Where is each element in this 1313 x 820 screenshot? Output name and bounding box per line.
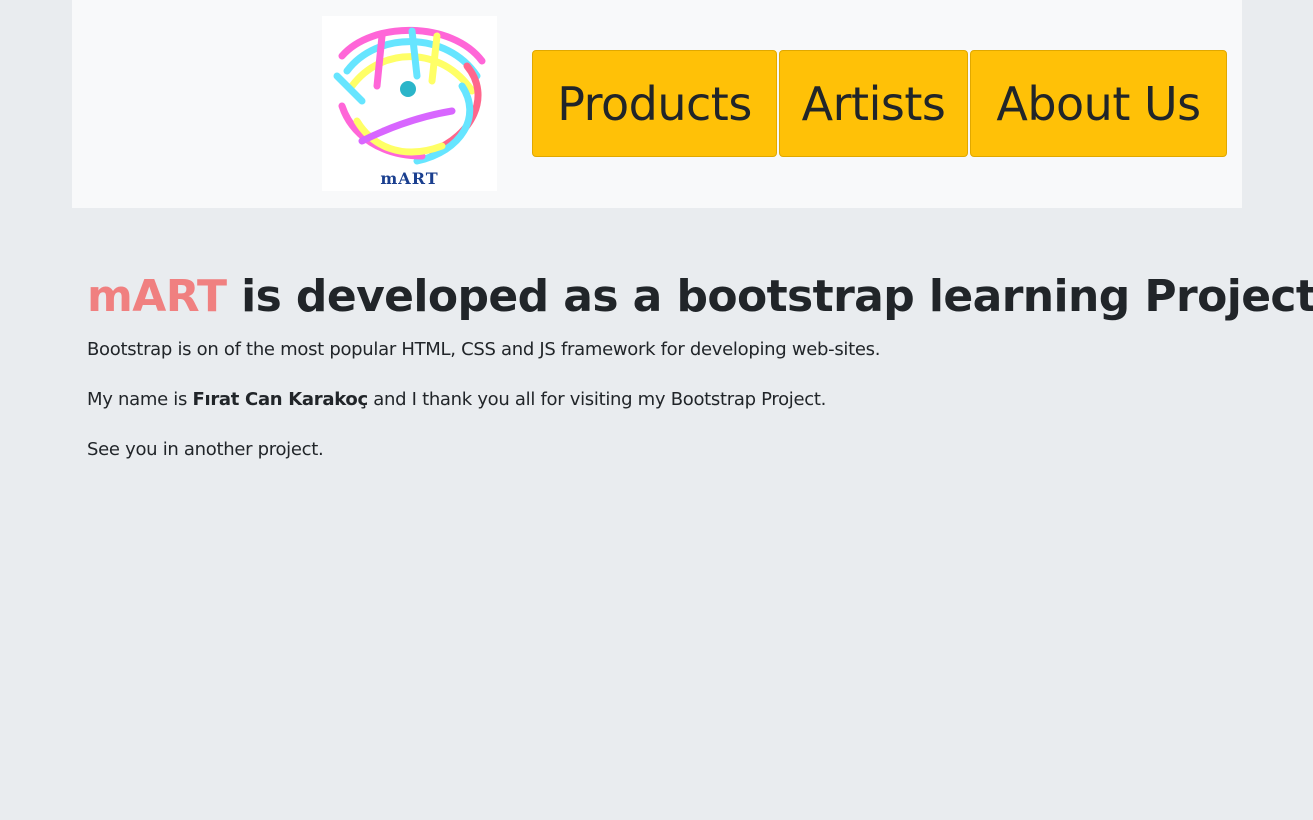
site-logo[interactable]: mART — [322, 16, 497, 191]
nav-products-button[interactable]: Products — [532, 50, 777, 157]
thanks-suffix: and I thank you all for visiting my Boot… — [367, 389, 827, 410]
headline-text: is developed as a bootstrap learning Pro… — [226, 271, 1313, 322]
thanks-prefix: My name is — [87, 389, 193, 410]
main-nav: Products Artists About Us — [532, 50, 1227, 157]
author-name: Fırat Can Karakoç — [192, 389, 368, 410]
nav-artists-button[interactable]: Artists — [779, 50, 968, 157]
main-content: mART is developed as a bootstrap learnin… — [87, 266, 1313, 460]
closing-paragraph: See you in another project. — [87, 439, 324, 460]
intro-paragraph: Bootstrap is on of the most popular HTML… — [87, 339, 881, 360]
logo-dancers-icon — [333, 26, 486, 165]
headline-brand: mART — [87, 271, 227, 322]
thanks-paragraph: My name is Fırat Can Karakoç and I thank… — [87, 386, 826, 414]
logo-text: mART — [380, 169, 439, 188]
header-navbar: mART Products Artists About Us — [72, 0, 1242, 208]
nav-about-us-button[interactable]: About Us — [970, 50, 1227, 157]
page-headline: mART is developed as a bootstrap learnin… — [87, 266, 1313, 328]
